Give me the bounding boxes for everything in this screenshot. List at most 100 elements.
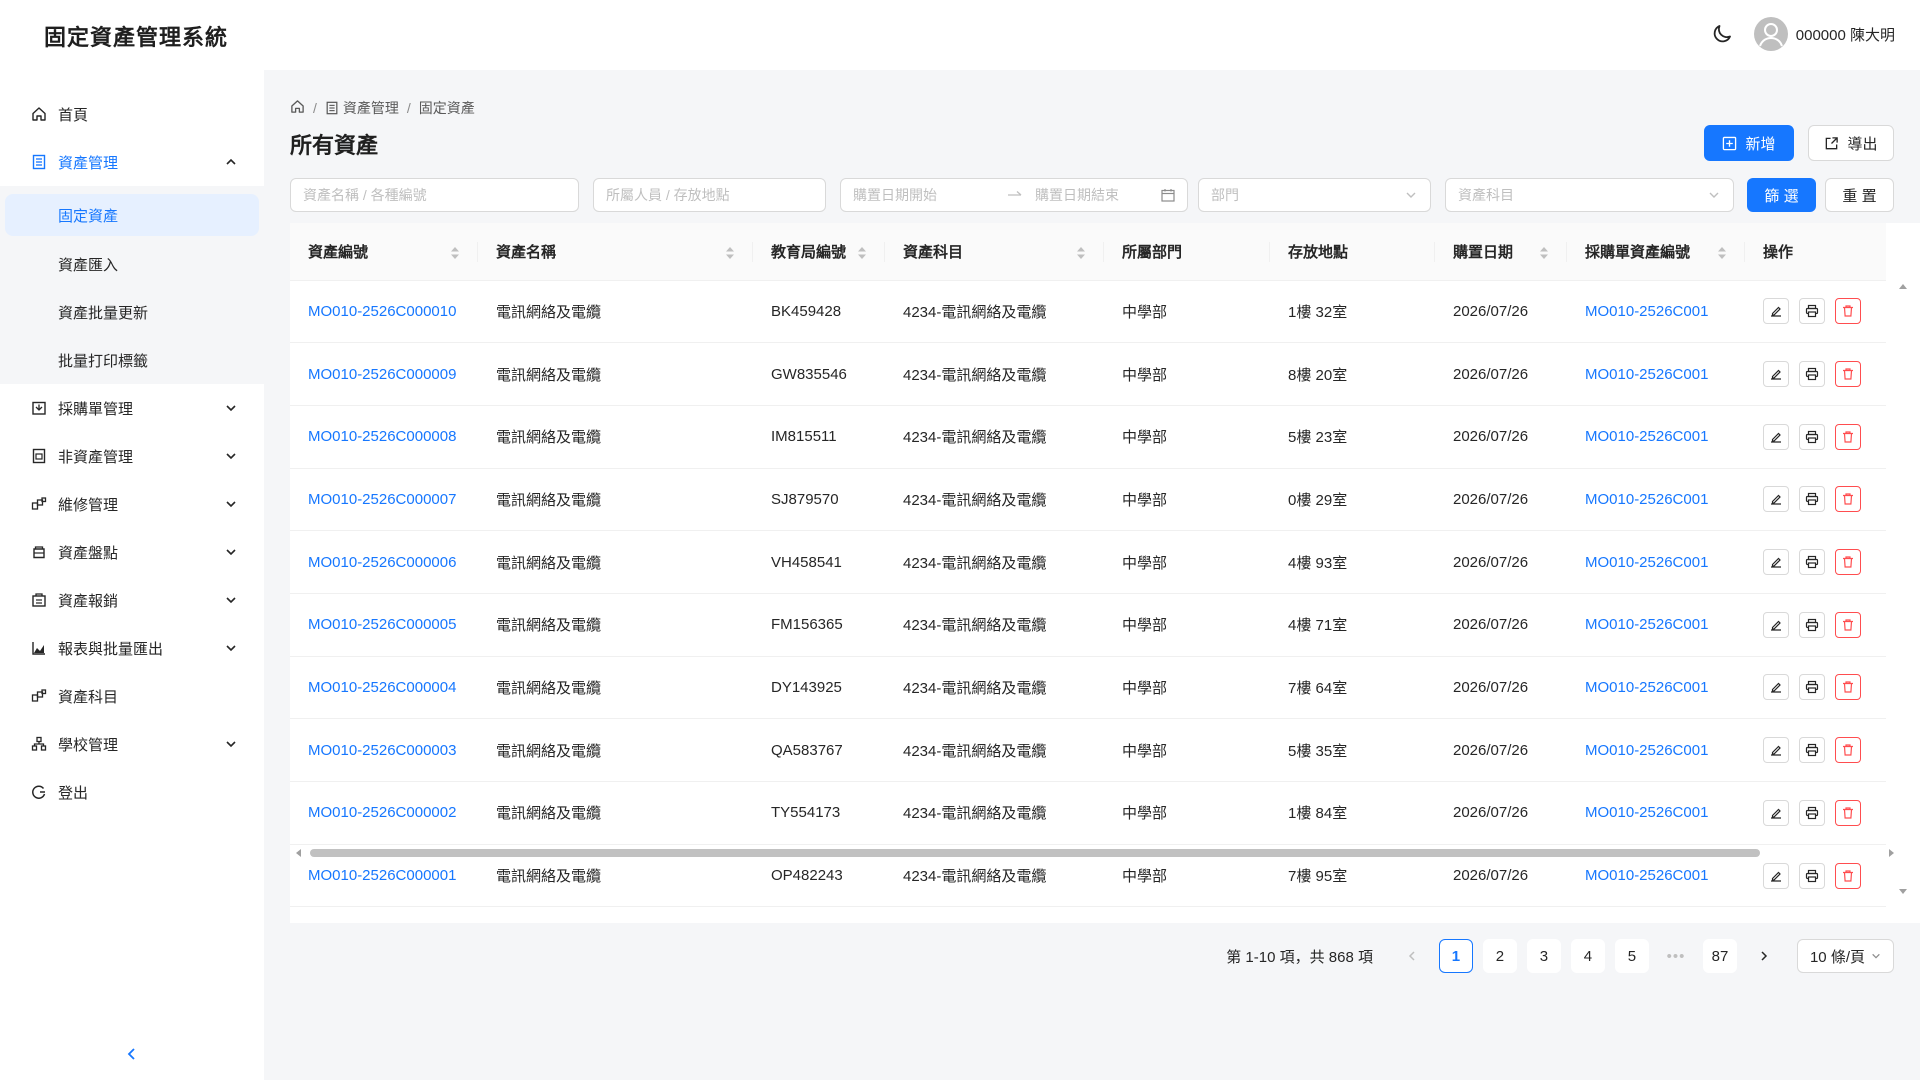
table-cell-link[interactable]: MO010-2526C001 [1567, 593, 1745, 657]
edit-button[interactable] [1763, 799, 1789, 826]
column-header[interactable]: 教育局編號 [753, 223, 885, 281]
scrollbar-thumb[interactable] [310, 849, 1760, 857]
sidebar-subitem-asset-import[interactable]: 資產匯入 [0, 240, 264, 288]
edit-button[interactable] [1763, 423, 1789, 450]
page-button-2[interactable]: 2 [1482, 939, 1517, 973]
table-cell-link[interactable]: MO010-2526C001 [1567, 656, 1745, 720]
export-button[interactable]: 導出 [1808, 125, 1894, 161]
table-cell-link[interactable]: MO010-2526C000006 [290, 530, 478, 594]
delete-button[interactable] [1835, 611, 1861, 638]
print-button[interactable] [1799, 737, 1825, 764]
sort-icon[interactable] [1076, 245, 1086, 261]
delete-button[interactable] [1835, 674, 1861, 701]
table-row[interactable]: MO010-2526C000002 電訊網絡及電纜 TY554173 4234-電訊網… [290, 781, 1886, 845]
sidebar-item-home[interactable]: 首頁 [0, 90, 264, 138]
sort-icon[interactable] [725, 245, 735, 261]
page-button-1[interactable]: 1 [1438, 939, 1473, 973]
sidebar-item-non-asset[interactable]: 非資產管理 [0, 432, 264, 480]
breadcrumb-asset-management[interactable]: 資產管理 [325, 98, 399, 118]
purchase-date-range[interactable]: 購置日期開始 購置日期結束 [840, 178, 1188, 212]
delete-button[interactable] [1835, 486, 1861, 513]
delete-button[interactable] [1835, 862, 1861, 889]
sidebar-item-writeoff[interactable]: 資產報銷 [0, 576, 264, 624]
table-cell-link[interactable]: MO010-2526C001 [1567, 342, 1745, 406]
edit-button[interactable] [1763, 862, 1789, 889]
delete-button[interactable] [1835, 549, 1861, 576]
table-cell-link[interactable]: MO010-2526C001 [1567, 468, 1745, 532]
breadcrumb-home[interactable] [290, 99, 305, 117]
page-button-5[interactable]: 5 [1614, 939, 1649, 973]
avatar[interactable] [1753, 17, 1788, 51]
sidebar-subitem-batch-print[interactable]: 批量打印標籤 [0, 336, 264, 384]
print-button[interactable] [1799, 549, 1825, 576]
page-ellipsis[interactable]: ••• [1659, 939, 1693, 973]
column-header[interactable]: 資產編號 [290, 223, 478, 281]
table-cell-link[interactable]: MO010-2526C001 [1567, 405, 1745, 469]
table-cell-link[interactable]: MO010-2526C001 [1567, 718, 1745, 782]
sidebar-item-logout[interactable]: 登出 [0, 768, 264, 816]
filter-button[interactable]: 篩 選 [1747, 178, 1816, 212]
edit-button[interactable] [1763, 361, 1789, 388]
table-row[interactable]: MO010-2526C000010 電訊網絡及電纜 BK459428 4234-電訊網… [290, 280, 1886, 344]
table-cell-link[interactable]: MO010-2526C000003 [290, 718, 478, 782]
page-button-last[interactable]: 87 [1702, 939, 1737, 973]
date-end-input[interactable]: 購置日期結束 [1035, 185, 1119, 205]
print-button[interactable] [1799, 611, 1825, 638]
sort-icon[interactable] [1717, 245, 1727, 261]
sidebar-item-reports[interactable]: 報表與批量匯出 [0, 624, 264, 672]
table-row[interactable]: MO010-2526C000008 電訊網絡及電纜 IM815511 4234-電訊網… [290, 405, 1886, 469]
table-cell-link[interactable]: MO010-2526C000004 [290, 656, 478, 720]
table-cell-link[interactable]: MO010-2526C001 [1567, 280, 1745, 344]
table-row[interactable]: MO010-2526C000007 電訊網絡及電纜 SJ879570 4234-電訊網… [290, 468, 1886, 532]
print-button[interactable] [1799, 423, 1825, 450]
sidebar-item-inventory[interactable]: 資產盤點 [0, 528, 264, 576]
reset-button[interactable]: 重 置 [1825, 178, 1894, 212]
edit-button[interactable] [1763, 674, 1789, 701]
table-cell-link[interactable]: MO010-2526C000008 [290, 405, 478, 469]
dark-mode-toggle[interactable] [1704, 16, 1740, 52]
horizontal-scrollbar[interactable] [290, 845, 1900, 859]
sidebar-subitem-fixed-assets[interactable]: 固定資產 [5, 194, 259, 236]
search-input[interactable]: 資產名稱 / 各種編號 [290, 178, 579, 212]
edit-button[interactable] [1763, 737, 1789, 764]
table-cell-link[interactable]: MO010-2526C000010 [290, 280, 478, 344]
sort-icon[interactable] [450, 245, 460, 261]
delete-button[interactable] [1835, 361, 1861, 388]
table-cell-link[interactable]: MO010-2526C000005 [290, 593, 478, 657]
date-start-input[interactable]: 購置日期開始 [853, 185, 993, 205]
table-cell-link[interactable]: MO010-2526C001 [1567, 781, 1745, 845]
vertical-scrollbar[interactable] [1886, 280, 1920, 894]
table-cell-link[interactable]: MO010-2526C000002 [290, 781, 478, 845]
sidebar-subitem-batch-update[interactable]: 資產批量更新 [0, 288, 264, 336]
sidebar-item-repair[interactable]: 維修管理 [0, 480, 264, 528]
edit-button[interactable] [1763, 549, 1789, 576]
page-button-3[interactable]: 3 [1526, 939, 1561, 973]
page-size-select[interactable]: 10 條/頁 [1796, 939, 1894, 973]
asset-subject-select[interactable]: 資產科目 [1445, 178, 1734, 212]
sidebar-item-asset-subject[interactable]: 資產科目 [0, 672, 264, 720]
prev-page-button[interactable] [1395, 939, 1429, 973]
table-cell-link[interactable]: MO010-2526C001 [1567, 530, 1745, 594]
next-page-button[interactable] [1747, 939, 1781, 973]
print-button[interactable] [1799, 486, 1825, 513]
column-header[interactable]: 採購單資產編號 [1567, 223, 1745, 281]
edit-button[interactable] [1763, 486, 1789, 513]
table-row[interactable]: MO010-2526C000004 電訊網絡及電纜 DY143925 4234-電訊網… [290, 656, 1886, 720]
sidebar-item-purchase[interactable]: 採購單管理 [0, 384, 264, 432]
delete-button[interactable] [1835, 423, 1861, 450]
table-row[interactable]: MO010-2526C000006 電訊網絡及電纜 VH458541 4234-電訊網… [290, 530, 1886, 594]
print-button[interactable] [1799, 799, 1825, 826]
table-cell-link[interactable]: MO010-2526C000009 [290, 342, 478, 406]
column-header[interactable]: 購置日期 [1435, 223, 1567, 281]
add-button[interactable]: 新增 [1704, 125, 1794, 161]
print-button[interactable] [1799, 298, 1825, 325]
sidebar-item-asset-management[interactable]: 資產管理 [0, 138, 264, 186]
table-row[interactable]: MO010-2526C000005 電訊網絡及電纜 FM156365 4234-電訊網… [290, 593, 1886, 657]
delete-button[interactable] [1835, 799, 1861, 826]
user-name[interactable]: 000000 陳大明 [1796, 24, 1895, 45]
edit-button[interactable] [1763, 298, 1789, 325]
column-header[interactable]: 資產名稱 [478, 223, 753, 281]
department-select[interactable]: 部門 [1198, 178, 1431, 212]
delete-button[interactable] [1835, 298, 1861, 325]
delete-button[interactable] [1835, 737, 1861, 764]
